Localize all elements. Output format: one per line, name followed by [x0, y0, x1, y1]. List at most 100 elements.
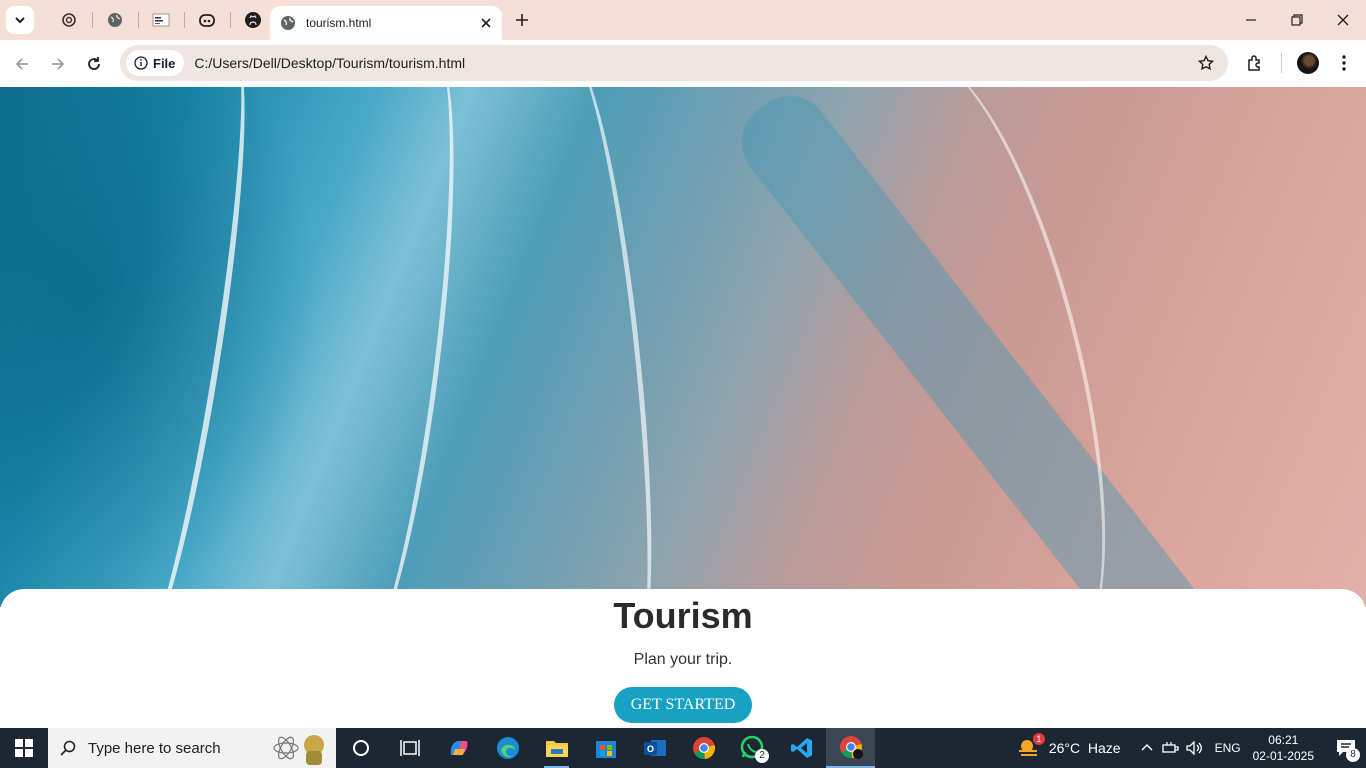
folder-icon	[545, 741, 568, 757]
taskbar-chrome-profile-active[interactable]	[826, 728, 875, 768]
reload-icon	[88, 56, 100, 70]
toolbar-right	[1237, 45, 1366, 81]
tab-search-button[interactable]	[6, 6, 34, 34]
weather-haze-icon: 1	[1017, 733, 1045, 759]
close-window-button[interactable]	[1320, 0, 1366, 40]
hero-beach-image	[0, 87, 1366, 728]
copilot-icon	[199, 14, 215, 27]
url-text[interactable]: C:/Users/Dell/Desktop/Tourism/tourism.ht…	[194, 55, 1190, 71]
taskbar-vscode[interactable]	[777, 728, 826, 768]
chevron-down-icon	[15, 17, 25, 24]
copilot-icon	[450, 740, 467, 756]
toolbar-divider	[1281, 53, 1282, 73]
window-controls	[1228, 0, 1366, 40]
input-language[interactable]: ENG	[1215, 741, 1241, 755]
tab-tourism[interactable]: tourism.html	[270, 6, 502, 40]
bookmark-button[interactable]	[1190, 47, 1222, 79]
minimize-button[interactable]	[1228, 0, 1274, 40]
new-tab-button[interactable]	[508, 6, 536, 34]
battery-button[interactable]	[1159, 728, 1183, 768]
arrow-right-icon	[52, 57, 65, 70]
chevron-up-icon	[1141, 743, 1153, 751]
taskbar-edge[interactable]	[483, 728, 532, 768]
windows-taskbar: Type here to search O 2 1 26°C Haze ENG …	[0, 728, 1366, 768]
hero-card: Tourism Plan your trip. GET STARTED	[0, 589, 1366, 728]
forward-button[interactable]	[40, 46, 76, 82]
taskbar-copilot[interactable]	[434, 728, 483, 768]
task-view-button[interactable]	[385, 728, 434, 768]
menu-button[interactable]	[1326, 45, 1362, 81]
browser-tab-strip: tourism.html	[0, 0, 1366, 40]
get-started-button[interactable]: GET STARTED	[614, 687, 752, 723]
close-icon	[1337, 14, 1349, 26]
arrow-left-icon	[15, 57, 28, 70]
page-viewport: Tourism Plan your trip. GET STARTED	[0, 87, 1366, 728]
svg-text:O: O	[646, 744, 653, 754]
clock[interactable]: 06:21 02-01-2025	[1253, 732, 1314, 764]
taskbar-outlook[interactable]: O	[630, 728, 679, 768]
close-tab-button[interactable]	[474, 11, 498, 35]
github-icon	[245, 12, 261, 28]
taskbar-chrome[interactable]	[679, 728, 728, 768]
pinned-tab-globe[interactable]	[92, 0, 138, 40]
search-highlight-icon	[273, 735, 324, 765]
search-placeholder: Type here to search	[88, 739, 221, 757]
pinned-tab-copilot[interactable]	[184, 0, 230, 40]
pinned-tab-openai[interactable]	[46, 0, 92, 40]
outlook-icon: O	[643, 740, 666, 756]
close-icon	[481, 18, 491, 28]
weather-alert-badge: 1	[1032, 733, 1045, 745]
site-info-chip[interactable]: File	[126, 50, 185, 76]
address-bar[interactable]: File C:/Users/Dell/Desktop/Tourism/touri…	[120, 45, 1228, 81]
taskbar-file-explorer[interactable]	[532, 728, 581, 768]
extensions-button[interactable]	[1237, 45, 1273, 81]
news-site-icon	[152, 13, 170, 27]
weather-widget[interactable]: 1 26°C Haze	[1017, 733, 1121, 759]
notification-center-button[interactable]: 8	[1326, 728, 1366, 768]
start-button[interactable]	[0, 728, 48, 768]
system-tray: 1 26°C Haze ENG 06:21 02-01-2025 8	[1017, 728, 1366, 768]
notification-count: 8	[1346, 748, 1360, 762]
globe-icon	[281, 16, 295, 30]
search-icon	[60, 740, 76, 756]
cortana-button[interactable]	[336, 728, 385, 768]
page-tagline: Plan your trip.	[633, 651, 733, 668]
avatar	[1297, 52, 1319, 74]
more-vertical-icon	[1342, 55, 1346, 71]
clock-date: 02-01-2025	[1252, 749, 1314, 763]
puzzle-icon	[1248, 55, 1260, 71]
openai-icon	[62, 13, 76, 27]
plus-icon	[516, 14, 528, 26]
restore-icon	[1291, 14, 1303, 26]
tab-title: tourism.html	[306, 16, 372, 30]
page-title: Tourism	[613, 595, 753, 636]
profile-button[interactable]	[1290, 45, 1326, 81]
globe-icon	[108, 13, 122, 27]
chrome-icon	[839, 736, 863, 759]
restore-button[interactable]	[1274, 0, 1320, 40]
windows-logo-icon	[15, 739, 33, 757]
show-hidden-icons-button[interactable]	[1135, 728, 1159, 768]
taskbar-whatsapp[interactable]: 2	[728, 728, 777, 768]
pinned-tab-news[interactable]	[138, 0, 184, 40]
power-plug-icon	[1161, 742, 1179, 753]
weather-text: 26°C Haze	[1048, 740, 1121, 756]
taskbar-store[interactable]	[581, 728, 630, 768]
speaker-icon	[1185, 741, 1202, 755]
site-info-label: File	[153, 55, 176, 71]
edge-icon	[496, 737, 519, 759]
info-icon	[134, 56, 148, 70]
reload-button[interactable]	[76, 46, 112, 82]
clock-time: 06:21	[1268, 733, 1299, 747]
volume-button[interactable]	[1183, 728, 1207, 768]
store-icon	[595, 741, 616, 758]
star-icon	[1198, 55, 1214, 71]
cortana-icon	[352, 740, 369, 756]
chrome-icon	[692, 737, 715, 760]
whatsapp-badge: 2	[755, 749, 769, 763]
browser-toolbar: File C:/Users/Dell/Desktop/Tourism/touri…	[0, 40, 1366, 87]
taskbar-search-box[interactable]: Type here to search	[48, 728, 336, 768]
task-view-icon	[399, 740, 420, 756]
vscode-icon	[790, 738, 812, 758]
back-button[interactable]	[4, 46, 40, 82]
